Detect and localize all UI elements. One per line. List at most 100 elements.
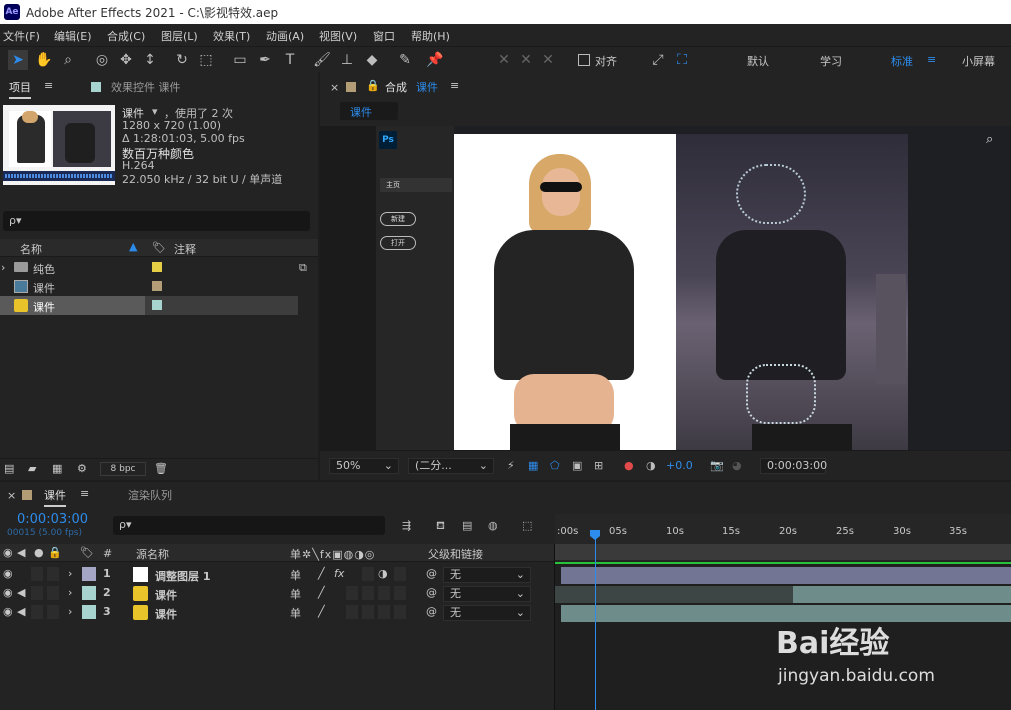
transparency-grid-icon[interactable]: ▦ bbox=[528, 459, 538, 472]
snap-checkbox[interactable] bbox=[578, 54, 590, 66]
menu-view[interactable]: 视图(V) bbox=[319, 28, 357, 44]
workspace-menu-icon[interactable]: ≡ bbox=[927, 53, 936, 66]
timeline-menu-icon[interactable]: ≡ bbox=[80, 487, 89, 500]
comp-viewer[interactable]: Ps 主页 新建 打开 ⌕ bbox=[376, 126, 1010, 450]
fast-preview-icon[interactable]: ⚡ bbox=[507, 459, 515, 472]
mask-visibility-icon[interactable]: ⬠ bbox=[550, 459, 560, 472]
fx-switch-icon[interactable]: fx bbox=[334, 567, 344, 580]
label-swatch[interactable] bbox=[152, 281, 162, 291]
motion-blur-icon[interactable]: ◍ bbox=[488, 519, 498, 532]
project-row-comp[interactable]: 课件 bbox=[0, 277, 298, 296]
snapshot-icon[interactable]: 📷 bbox=[710, 459, 724, 472]
label-swatch[interactable] bbox=[152, 300, 162, 310]
panel-menu-icon[interactable]: ≡ bbox=[44, 79, 53, 92]
project-search-input[interactable]: ρ▾ bbox=[3, 211, 310, 231]
close-timeline-icon[interactable]: × bbox=[7, 489, 16, 502]
video-switch-icon[interactable]: ◉ bbox=[3, 546, 13, 559]
menu-window[interactable]: 窗口 bbox=[373, 28, 395, 44]
expand-arrow-icon[interactable]: › bbox=[68, 586, 72, 599]
time-ruler[interactable]: :00s 05s 10s 15s 20s 25s 30s 35s bbox=[555, 514, 1011, 544]
close-tab-icon[interactable]: × bbox=[330, 81, 339, 94]
workspace-small-screen[interactable]: 小屏幕 bbox=[962, 53, 995, 69]
eye-icon[interactable]: ◉ bbox=[3, 567, 13, 580]
column-name[interactable]: 名称 bbox=[20, 241, 42, 257]
label-column-icon[interactable]: 🏷 bbox=[80, 546, 94, 559]
pickwhip-icon[interactable]: @ bbox=[426, 586, 437, 599]
show-snapshot-icon[interactable]: ◕ bbox=[732, 459, 742, 472]
layer-name[interactable]: 课件 bbox=[155, 587, 177, 603]
parent-select[interactable]: 无 ⌄ bbox=[443, 586, 531, 602]
interpret-footage-icon[interactable]: ▤ bbox=[4, 462, 14, 475]
menu-file[interactable]: 文件(F) bbox=[3, 28, 40, 44]
exposure-value[interactable]: +0.0 bbox=[666, 459, 693, 472]
pickwhip-icon[interactable]: @ bbox=[426, 567, 437, 580]
snap-options-icon[interactable]: ⤢ bbox=[648, 50, 668, 70]
eye-icon[interactable]: ◉ bbox=[3, 586, 13, 599]
snap-grid-icon[interactable]: ⛶ bbox=[672, 50, 692, 70]
channels-icon[interactable]: ● bbox=[624, 459, 634, 472]
grid-guides-icon[interactable]: ⊞ bbox=[594, 459, 603, 472]
layer-bar-1[interactable] bbox=[561, 567, 1011, 584]
rectangle-tool-icon[interactable]: ▭ bbox=[230, 50, 250, 70]
pen-tool-icon[interactable]: ✒ bbox=[255, 50, 275, 70]
expand-arrow-icon[interactable]: › bbox=[1, 261, 5, 274]
solo-switch-icon[interactable]: ● bbox=[34, 546, 44, 559]
expand-arrow-icon[interactable]: › bbox=[68, 605, 72, 618]
zoom-select[interactable]: 50% ⌄ bbox=[329, 458, 399, 474]
new-composition-icon[interactable]: ▦ bbox=[52, 462, 62, 475]
settings-icon[interactable]: ⚙ bbox=[77, 462, 87, 475]
comp-panel-menu-icon[interactable]: ≡ bbox=[450, 79, 459, 92]
work-area-bar[interactable] bbox=[555, 544, 1011, 560]
project-row-footage[interactable]: 课件 bbox=[0, 296, 298, 315]
menu-composition[interactable]: 合成(C) bbox=[107, 28, 145, 44]
zoom-tool-icon[interactable]: ⌕ bbox=[58, 50, 78, 70]
anchor-tool-icon[interactable]: ⬚ bbox=[196, 50, 216, 70]
column-parent-link[interactable]: 父级和链接 bbox=[428, 546, 483, 562]
layer-bar-2[interactable] bbox=[793, 586, 1011, 603]
delete-icon[interactable]: 🗑 bbox=[154, 462, 168, 475]
puppet-pin-icon[interactable]: 📌 bbox=[425, 50, 445, 70]
hand-tool-icon[interactable]: ✋ bbox=[34, 50, 54, 70]
axis-view-icon[interactable]: ✕ bbox=[538, 50, 558, 70]
menu-edit[interactable]: 编辑(E) bbox=[54, 28, 92, 44]
speaker-icon[interactable]: ◀ bbox=[17, 605, 25, 618]
workspace-learn[interactable]: 学习 bbox=[820, 53, 842, 69]
layer-name[interactable]: 课件 bbox=[155, 606, 177, 622]
timeline-tab[interactable]: 课件 bbox=[44, 487, 66, 507]
menu-layer[interactable]: 图层(L) bbox=[161, 28, 198, 44]
label-swatch[interactable] bbox=[82, 605, 96, 619]
comp-tab-name[interactable]: 课件 bbox=[416, 79, 438, 95]
menu-animation[interactable]: 动画(A) bbox=[266, 28, 304, 44]
label-column-icon[interactable]: 🏷 bbox=[152, 241, 166, 254]
speaker-icon[interactable]: ◀ bbox=[17, 586, 25, 599]
quality-switch-icon[interactable]: ╱ bbox=[318, 586, 325, 599]
shy-layers-icon[interactable]: ⛾ bbox=[436, 519, 445, 534]
label-swatch[interactable] bbox=[152, 262, 162, 272]
dolly-camera-icon[interactable]: ↕ bbox=[140, 50, 160, 70]
column-source-name[interactable]: 源名称 bbox=[136, 546, 169, 562]
axis-local-icon[interactable]: ✕ bbox=[494, 50, 514, 70]
selection-tool-icon[interactable]: ➤ bbox=[8, 50, 28, 70]
eraser-tool-icon[interactable]: ◆ bbox=[362, 50, 382, 70]
lock-switch-icon[interactable]: 🔒 bbox=[48, 546, 62, 559]
tab-effect-controls[interactable]: 效果控件 课件 bbox=[111, 79, 181, 95]
render-queue-tab[interactable]: 渲染队列 bbox=[128, 487, 172, 503]
rotate-tool-icon[interactable]: ↻ bbox=[172, 50, 192, 70]
label-swatch[interactable] bbox=[82, 586, 96, 600]
axis-world-icon[interactable]: ✕ bbox=[516, 50, 536, 70]
layer-row[interactable]: ◉ ◀ › 3 课件 单 ╱ @ 无 ⌄ bbox=[0, 603, 555, 623]
flowchart-icon[interactable]: ⧉ bbox=[299, 261, 307, 275]
adjustment-switch-icon[interactable]: ◑ bbox=[378, 567, 388, 580]
layer-row[interactable]: ◉ ◀ › 2 课件 单 ╱ @ 无 ⌄ bbox=[0, 584, 555, 604]
resolution-select[interactable]: (二分... ⌄ bbox=[408, 458, 494, 474]
project-row-solids[interactable]: › 纯色 ⧉ bbox=[0, 258, 307, 277]
column-comment[interactable]: 注释 bbox=[174, 241, 196, 257]
expand-arrow-icon[interactable]: › bbox=[68, 567, 72, 580]
parent-select[interactable]: 无 ⌄ bbox=[443, 605, 531, 621]
label-swatch[interactable] bbox=[82, 567, 96, 581]
shy-switch-icon[interactable]: 单 bbox=[290, 605, 301, 621]
layer-name[interactable]: 调整图层 1 bbox=[155, 568, 210, 584]
brush-tool-icon[interactable]: 🖌 bbox=[312, 50, 332, 70]
bit-depth-button[interactable]: 8 bpc bbox=[100, 462, 146, 476]
menu-effect[interactable]: 效果(T) bbox=[213, 28, 250, 44]
